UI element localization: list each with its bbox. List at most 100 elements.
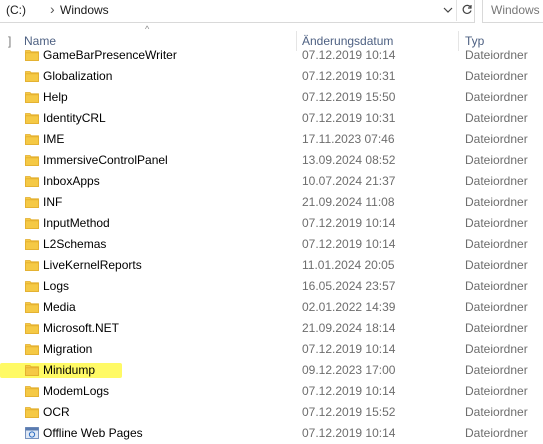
folder-row[interactable]: IdentityCRL 07.12.2019 10:31 Dateiordner — [0, 108, 543, 129]
folder-icon — [25, 112, 39, 124]
folder-icon — [25, 301, 39, 313]
folder-name[interactable]: Media — [43, 300, 76, 314]
folder-name[interactable]: ImmersiveControlPanel — [43, 153, 168, 167]
folder-name[interactable]: Help — [43, 90, 68, 104]
modified-date: 07.12.2019 10:14 — [302, 48, 396, 62]
sort-ascending-icon: ^ — [145, 24, 150, 34]
folder-name[interactable]: Globalization — [43, 69, 112, 83]
folder-name[interactable]: Offline Web Pages — [43, 426, 143, 440]
address-bar-row: (C:) › Windows Windows — [0, 0, 543, 23]
modified-date: 07.12.2019 10:14 — [302, 426, 396, 440]
breadcrumb-drive[interactable]: (C:) — [6, 3, 26, 17]
folder-row[interactable]: Media 02.01.2022 14:39 Dateiordner — [0, 297, 543, 318]
modified-date: 21.09.2024 11:08 — [302, 195, 395, 209]
folder-row[interactable]: Help 07.12.2019 15:50 Dateiordner — [0, 87, 543, 108]
folder-icon — [25, 175, 39, 187]
folder-name[interactable]: Logs — [43, 279, 69, 293]
folder-row[interactable]: INF 21.09.2024 11:08 Dateiordner — [0, 192, 543, 213]
folder-name[interactable]: Microsoft.NET — [43, 321, 119, 335]
folder-row[interactable]: IME 17.11.2023 07:46 Dateiordner — [0, 129, 543, 150]
folder-icon — [25, 406, 39, 418]
folder-name[interactable]: IME — [43, 132, 64, 146]
item-type: Dateiordner — [465, 363, 528, 377]
item-type: Dateiordner — [465, 384, 528, 398]
folder-icon — [25, 154, 39, 166]
item-type: Dateiordner — [465, 405, 528, 419]
folder-name[interactable]: L2Schemas — [43, 237, 106, 251]
item-type: Dateiordner — [465, 132, 528, 146]
folder-row[interactable]: L2Schemas 07.12.2019 10:14 Dateiordner — [0, 234, 543, 255]
folder-name[interactable]: INF — [43, 195, 62, 209]
modified-date: 17.11.2023 07:46 — [302, 132, 395, 146]
folder-icon — [25, 343, 39, 355]
folder-row[interactable]: Migration 07.12.2019 10:14 Dateiordner — [0, 339, 543, 360]
item-type: Dateiordner — [465, 69, 528, 83]
folder-name[interactable]: Minidump — [43, 363, 95, 377]
search-placeholder: Windows — [491, 3, 540, 17]
folder-icon — [25, 364, 39, 376]
folder-name[interactable]: ModemLogs — [43, 384, 109, 398]
folder-icon — [25, 70, 39, 82]
modified-date: 11.01.2024 20:05 — [302, 258, 395, 272]
folder-row[interactable]: ImmersiveControlPanel 13.09.2024 08:52 Dat… — [0, 150, 543, 171]
special-folder-icon — [25, 427, 39, 439]
modified-date: 16.05.2024 23:57 — [302, 279, 396, 293]
folder-name[interactable]: OCR — [43, 405, 70, 419]
folder-row[interactable]: Globalization 07.12.2019 10:31 Dateiordner — [0, 66, 543, 87]
modified-date: 09.12.2023 17:00 — [302, 363, 396, 377]
file-list: GameBarPresenceWriter 07.12.2019 10:14 Dat… — [0, 45, 543, 444]
modified-date: 10.07.2024 21:37 — [302, 174, 396, 188]
folder-row[interactable]: Logs 16.05.2024 23:57 Dateiordner — [0, 276, 543, 297]
modified-date: 07.12.2019 15:50 — [302, 90, 396, 104]
folder-name[interactable]: InputMethod — [43, 216, 110, 230]
item-type: Dateiordner — [465, 90, 528, 104]
refresh-icon[interactable] — [456, 0, 477, 21]
modified-date: 07.12.2019 10:14 — [302, 342, 396, 356]
item-type: Dateiordner — [465, 48, 528, 62]
folder-icon — [25, 322, 39, 334]
folder-icon — [25, 91, 39, 103]
folder-name[interactable]: Migration — [43, 342, 92, 356]
item-type: Dateiordner — [465, 321, 528, 335]
folder-row[interactable]: ModemLogs 07.12.2019 10:14 Dateiordner — [0, 381, 543, 402]
item-type: Dateiordner — [465, 300, 528, 314]
folder-icon — [25, 133, 39, 145]
folder-row[interactable]: GameBarPresenceWriter 07.12.2019 10:14 Dat… — [0, 45, 543, 66]
folder-row[interactable]: Microsoft.NET 21.09.2024 18:14 Dateiordner — [0, 318, 543, 339]
folder-icon — [25, 49, 39, 61]
folder-name[interactable]: GameBarPresenceWriter — [43, 48, 177, 62]
item-type: Dateiordner — [465, 426, 528, 440]
modified-date: 07.12.2019 15:52 — [302, 405, 396, 419]
folder-row[interactable]: OCR 07.12.2019 15:52 Dateiordner — [0, 402, 543, 423]
folder-icon — [25, 217, 39, 229]
item-type: Dateiordner — [465, 258, 528, 272]
address-bar[interactable]: (C:) › Windows — [0, 0, 475, 23]
item-type: Dateiordner — [465, 237, 528, 251]
breadcrumb-windows[interactable]: Windows — [60, 3, 109, 17]
folder-icon — [25, 280, 39, 292]
folder-row[interactable]: InputMethod 07.12.2019 10:14 Dateiordner — [0, 213, 543, 234]
folder-name[interactable]: LiveKernelReports — [43, 258, 142, 272]
item-type: Dateiordner — [465, 174, 528, 188]
modified-date: 07.12.2019 10:14 — [302, 216, 396, 230]
folder-name[interactable]: IdentityCRL — [43, 111, 106, 125]
folder-icon — [25, 196, 39, 208]
modified-date: 07.12.2019 10:14 — [302, 384, 396, 398]
item-type: Dateiordner — [465, 279, 528, 293]
item-type: Dateiordner — [465, 216, 528, 230]
modified-date: 07.12.2019 10:14 — [302, 237, 396, 251]
folder-row[interactable]: Minidump 09.12.2023 17:00 Dateiordner — [0, 360, 543, 381]
modified-date: 07.12.2019 10:31 — [302, 69, 396, 83]
modified-date: 13.09.2024 08:52 — [302, 153, 396, 167]
item-type: Dateiordner — [465, 111, 528, 125]
modified-date: 07.12.2019 10:31 — [302, 111, 396, 125]
folder-row[interactable]: InboxApps 10.07.2024 21:37 Dateiordner — [0, 171, 543, 192]
chevron-down-icon[interactable] — [440, 2, 456, 18]
folder-name[interactable]: InboxApps — [43, 174, 100, 188]
folder-row[interactable]: LiveKernelReports 11.01.2024 20:05 Dateior… — [0, 255, 543, 276]
search-input[interactable]: Windows — [482, 0, 543, 23]
item-type: Dateiordner — [465, 342, 528, 356]
folder-icon — [25, 385, 39, 397]
folder-icon — [25, 238, 39, 250]
breadcrumb-separator-icon[interactable]: › — [50, 1, 55, 17]
